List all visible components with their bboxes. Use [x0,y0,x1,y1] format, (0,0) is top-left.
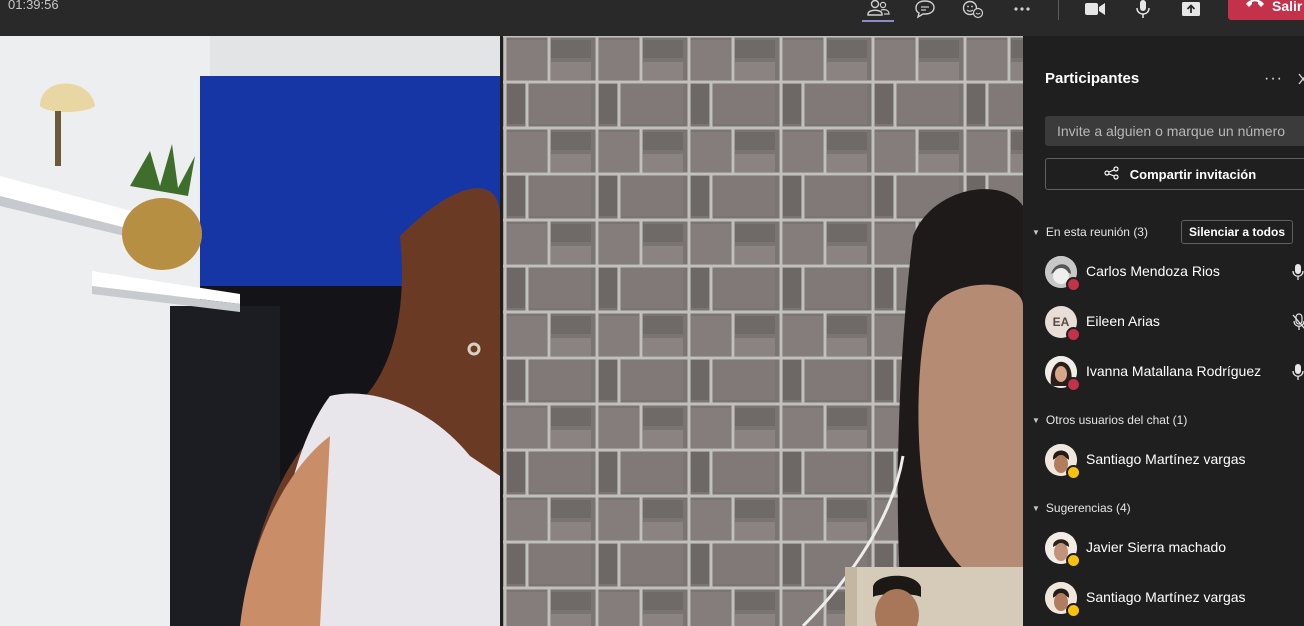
leave-button[interactable]: Salir [1228,0,1304,20]
microphone-icon[interactable] [1129,0,1157,22]
status-badge [1066,465,1081,480]
panel-more-options-icon[interactable]: ··· [1264,70,1283,88]
mute-all-button[interactable]: Silenciar a todos [1181,220,1293,244]
more-options-icon[interactable] [1008,0,1036,22]
close-icon[interactable] [1298,72,1304,90]
participant-row[interactable]: EA Eileen Arias [1045,302,1304,342]
chevron-down-icon: ▼ [1032,415,1040,425]
share-invite-label: Compartir invitación [1129,166,1257,182]
participant-name: Ivanna Matallana Rodríguez [1086,363,1262,379]
participant-name: Santiago Martínez vargas [1086,451,1246,467]
share-invite-button[interactable]: Compartir invitación [1045,158,1304,190]
section-suggestions[interactable]: ▼ Sugerencias (4) [1032,501,1131,515]
participant-name: Carlos Mendoza Rios [1086,263,1220,279]
participant-row[interactable]: Ivanna Matallana Rodríguez [1045,352,1304,392]
share-icon [1104,165,1120,183]
microphone-icon [1292,363,1304,386]
microphone-muted-icon [1292,313,1304,336]
section-in-meeting[interactable]: ▼ En esta reunión (3) [1032,225,1148,239]
participant-name: Eileen Arias [1086,313,1160,329]
participant-video-2[interactable] [503,36,1023,626]
invite-input[interactable] [1045,116,1304,146]
participants-panel: Participantes ··· Compartir invitación ▼… [1024,36,1304,626]
phone-hangup-icon [1244,0,1266,15]
chevron-down-icon: ▼ [1032,503,1040,513]
self-view-video[interactable] [845,567,1023,626]
participant-row[interactable]: Santiago Martínez vargas [1045,578,1304,618]
section-label: Sugerencias (4) [1045,501,1131,515]
meeting-timer: 01:39:56 [8,0,59,12]
section-label: En esta reunión (3) [1045,225,1148,239]
participant-row[interactable]: Santiago Martínez vargas [1045,440,1304,480]
toolbar-divider [1058,0,1059,20]
participant-video-1[interactable] [0,36,500,626]
microphone-icon [1292,263,1304,286]
status-badge [1066,277,1081,292]
participant-row[interactable]: Javier Sierra machado [1045,528,1304,568]
participant-row[interactable]: Carlos Mendoza Rios [1045,252,1304,292]
meeting-toolbar: 01:39:56 Salir [0,0,1304,36]
reactions-icon[interactable] [959,0,987,22]
chevron-down-icon: ▼ [1032,227,1040,237]
share-screen-icon[interactable] [1177,0,1205,22]
participants-icon[interactable] [864,0,892,22]
active-tab-indicator [862,20,894,22]
leave-label: Salir [1272,0,1303,14]
camera-icon[interactable] [1081,0,1109,22]
status-badge [1066,377,1081,392]
status-badge [1066,553,1081,568]
panel-title: Participantes [1045,70,1140,87]
status-badge [1066,603,1081,618]
participant-name: Santiago Martínez vargas [1086,589,1246,605]
section-label: Otros usuarios del chat (1) [1045,413,1188,427]
section-other-chat-users[interactable]: ▼ Otros usuarios del chat (1) [1032,413,1187,427]
chat-icon[interactable] [911,0,939,22]
status-badge [1066,327,1081,342]
participant-name: Javier Sierra machado [1086,539,1227,555]
